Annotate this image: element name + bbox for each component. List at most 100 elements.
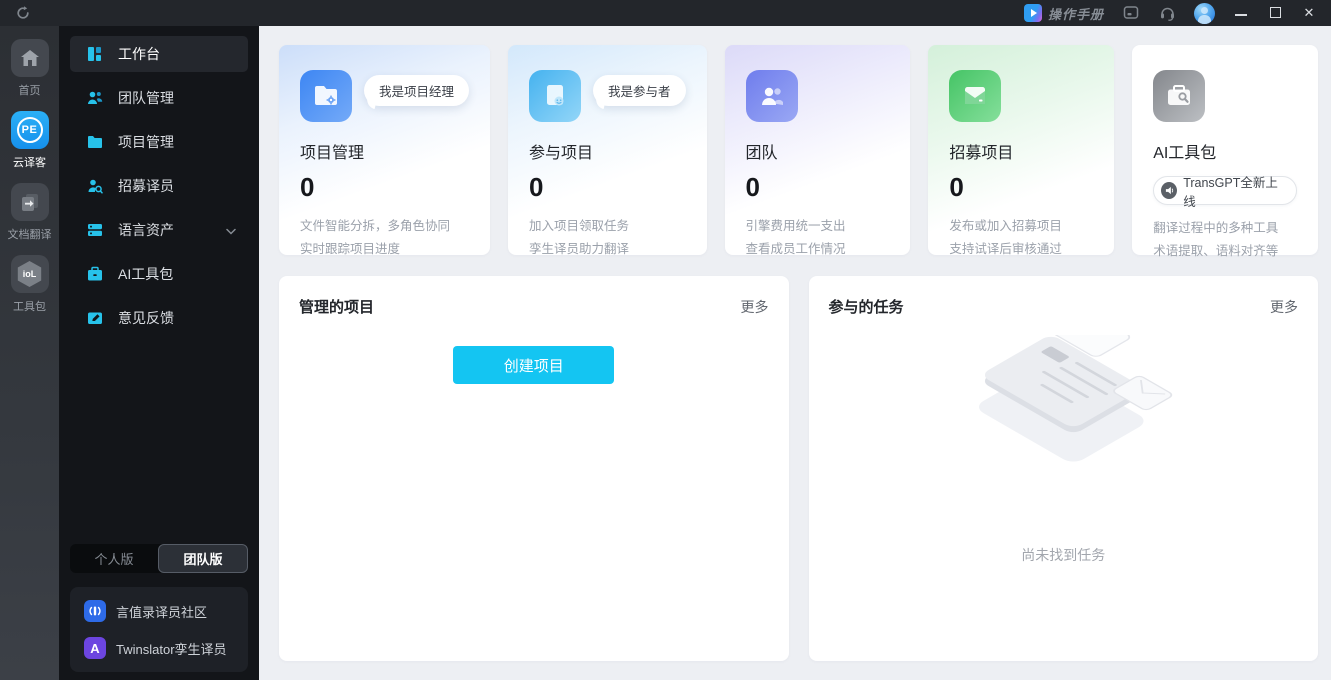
rail-label: 云译客 (13, 154, 46, 170)
yanzhilu-icon (84, 600, 106, 622)
user-avatar[interactable] (1194, 3, 1215, 24)
sidebar-item-label: 项目管理 (118, 132, 174, 152)
card-description: 翻译过程中的多种工具 术语提取、语料对齐等 (1153, 217, 1297, 262)
link-twinslator[interactable]: A Twinslator孪生译员 (84, 637, 234, 659)
sidebar-item-feedback[interactable]: 意见反馈 (70, 300, 248, 336)
briefcase-icon (87, 266, 103, 282)
support-headset-icon[interactable] (1158, 4, 1176, 22)
refresh-icon[interactable] (14, 4, 32, 22)
rail-label: 文档翻译 (8, 226, 52, 242)
card-title: AI工具包 (1153, 139, 1297, 163)
managed-projects-panel: 管理的项目 更多 创建项目 (279, 276, 789, 661)
close-button[interactable]: ✕ (1301, 5, 1317, 21)
role-badge: 我是项目经理 (364, 75, 469, 106)
sidebar-item-label: 招募译员 (118, 176, 174, 196)
create-project-button[interactable]: 创建项目 (453, 346, 614, 384)
rail-item-toolkit[interactable]: ioL 工具包 (11, 255, 49, 314)
sidebar-item-language-assets[interactable]: 语言资产 (70, 212, 248, 248)
panel-title: 参与的任务 (829, 296, 904, 317)
titlebar: 操作手册 ✕ (0, 0, 1331, 26)
toolkit-iol-icon: ioL (11, 255, 49, 293)
manual-book-icon (1024, 4, 1042, 22)
message-icon[interactable] (1122, 4, 1140, 22)
card-title: 项目管理 (300, 139, 469, 163)
folder-icon (87, 134, 103, 150)
sidebar-item-label: AI工具包 (118, 264, 173, 284)
sidebar: 工作台 团队管理 项目管理 招募译员 (59, 26, 259, 680)
community-links-card: 言值录译员社区 A Twinslator孪生译员 (70, 587, 248, 672)
card-project-management[interactable]: 我是项目经理 项目管理 0 文件智能分拆，多角色协同 实时跟踪项目进度 (279, 45, 490, 255)
transgpt-badge[interactable]: TransGPT全新上线 (1153, 176, 1297, 205)
manual-label: 操作手册 (1048, 4, 1104, 23)
rail-item-doc-translate[interactable]: 文档翻译 (8, 183, 52, 242)
team-icon (87, 90, 103, 106)
edition-toggle: 个人版 团队版 (70, 544, 248, 573)
card-ai-toolkit[interactable]: AI工具包 TransGPT全新上线 翻译过程中的多种工具 术语提取、语料对齐等 (1132, 45, 1318, 255)
card-count: 0 (746, 172, 890, 203)
announcement-icon (1161, 182, 1177, 199)
participate-doc-icon (529, 70, 581, 122)
link-yanzhilu-community[interactable]: 言值录译员社区 (84, 600, 234, 622)
yunyike-pe-logo-icon: PE (11, 111, 49, 149)
chevron-down-icon (226, 222, 236, 238)
maximize-button[interactable] (1267, 6, 1283, 21)
link-label: Twinslator孪生译员 (116, 639, 227, 658)
sidebar-item-team-management[interactable]: 团队管理 (70, 80, 248, 116)
card-description: 文件智能分拆，多角色协同 实时跟踪项目进度 (300, 215, 469, 260)
left-rail: 首页 PE 云译客 文档翻译 ioL 工具包 (0, 26, 59, 680)
recruit-inbox-icon (949, 70, 1001, 122)
rail-item-home[interactable]: 首页 (11, 39, 49, 98)
card-title: 参与项目 (529, 139, 686, 163)
card-count: 0 (529, 172, 686, 203)
sidebar-item-recruit-translators[interactable]: 招募译员 (70, 168, 248, 204)
ai-toolkit-briefcase-icon (1153, 70, 1205, 122)
rail-item-yunyike[interactable]: PE 云译客 (11, 111, 49, 170)
rail-label: 工具包 (13, 298, 46, 314)
card-count: 0 (300, 172, 469, 203)
card-title: 团队 (746, 139, 890, 163)
sidebar-item-workbench[interactable]: 工作台 (70, 36, 248, 72)
card-participated-projects[interactable]: 我是参与者 参与项目 0 加入项目领取任务 孪生译员助力翻译 (508, 45, 707, 255)
card-title: 招募项目 (949, 139, 1093, 163)
card-description: 发布或加入招募项目 支持试译后审核通过 (949, 215, 1093, 260)
workbench-icon (87, 46, 103, 62)
sidebar-bottom: 个人版 团队版 言值录译员社区 A Twinslator孪生译员 (70, 544, 248, 672)
app-window: 操作手册 ✕ 首页 PE (0, 0, 1331, 680)
edition-team-tab[interactable]: 团队版 (158, 544, 248, 573)
edition-personal-tab[interactable]: 个人版 (70, 544, 158, 573)
recruit-search-person-icon (87, 178, 103, 194)
card-recruit-projects[interactable]: 招募项目 0 发布或加入招募项目 支持试译后审核通过 (928, 45, 1114, 255)
card-team[interactable]: 团队 0 引擎费用统一支出 查看成员工作情况 (725, 45, 911, 255)
card-description: 引擎费用统一支出 查看成员工作情况 (746, 215, 890, 260)
app-body: 首页 PE 云译客 文档翻译 ioL 工具包 (0, 26, 1331, 680)
rail-label: 首页 (19, 82, 41, 98)
sidebar-item-ai-toolkit[interactable]: AI工具包 (70, 256, 248, 292)
panel-title: 管理的项目 (299, 296, 374, 317)
feedback-pen-icon (87, 310, 103, 326)
sidebar-item-project-management[interactable]: 项目管理 (70, 124, 248, 160)
project-folder-icon (300, 70, 352, 122)
minimize-button[interactable] (1233, 6, 1249, 21)
stat-cards-row: 我是项目经理 项目管理 0 文件智能分拆，多角色协同 实时跟踪项目进度 我是参与 (279, 45, 1318, 255)
participated-tasks-panel: 参与的任务 更多 (809, 276, 1319, 661)
panels-row: 管理的项目 更多 创建项目 参与的任务 更多 (279, 276, 1318, 661)
assets-stack-icon (87, 222, 103, 238)
role-badge: 我是参与者 (593, 75, 686, 106)
twinslator-icon: A (84, 637, 106, 659)
team-members-icon (746, 70, 798, 122)
card-count: 0 (949, 172, 1093, 203)
card-description: 加入项目领取任务 孪生译员助力翻译 (529, 215, 686, 260)
doc-translate-icon (11, 183, 49, 221)
sidebar-item-label: 意见反馈 (118, 308, 174, 328)
sidebar-item-label: 语言资产 (118, 220, 174, 240)
participated-tasks-more-link[interactable]: 更多 (1270, 297, 1298, 317)
sidebar-item-label: 团队管理 (118, 88, 174, 108)
managed-projects-more-link[interactable]: 更多 (741, 297, 769, 317)
empty-state: 尚未找到任务 (829, 335, 1299, 565)
home-icon (11, 39, 49, 77)
link-label: 言值录译员社区 (116, 602, 207, 621)
empty-state-text: 尚未找到任务 (1021, 545, 1105, 565)
empty-tasks-illustration (933, 335, 1193, 535)
manual-button[interactable]: 操作手册 (1024, 4, 1104, 23)
sidebar-item-label: 工作台 (118, 44, 160, 64)
